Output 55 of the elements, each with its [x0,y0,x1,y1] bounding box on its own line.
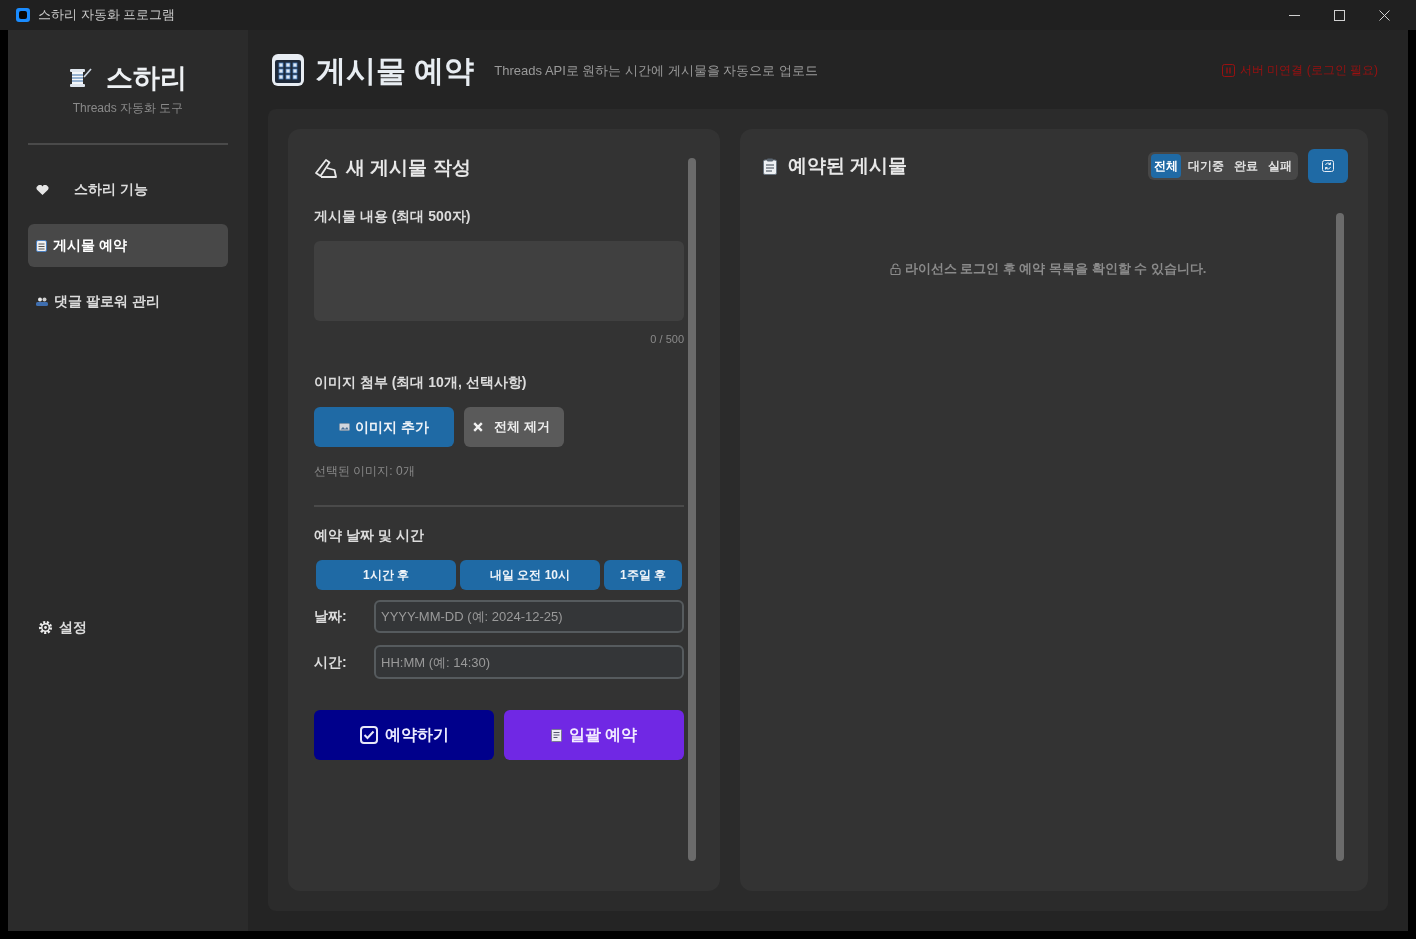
filter-tab[interactable]: 대기중 [1185,154,1227,178]
app-name: 스하리 [106,62,187,94]
field-label: 시간: [314,652,348,672]
add-image-button[interactable]: 이미지 추가 [314,407,454,447]
nav-item[interactable]: 스하리 기능 [28,168,228,211]
calendar-icon [272,54,304,86]
character-count: 0 / 500 [650,332,684,346]
clipboard-icon [763,157,777,175]
date-input-field[interactable]: YYYY-MM-DD (예: 2024-12-25) [374,600,684,633]
app-icon [16,8,30,22]
selected-images-count: 선택된 이미지: 0개 [314,463,415,479]
quick-time-button[interactable]: 1주일 후 [604,560,682,590]
spool-icon [69,67,92,89]
minimize-icon[interactable] [1289,14,1300,16]
compose-title: 새 게시물 작성 [346,155,471,180]
scrollbar[interactable] [1336,213,1344,861]
field-label: 날짜: [314,607,348,626]
remove-all-button[interactable]: 전체 제거 [464,407,564,447]
notepad-icon [36,239,47,252]
app-tagline: Threads 자동화 도구 [72,100,184,116]
maximize-icon[interactable] [1334,9,1345,21]
quick-time-button[interactable]: 내일 오전 10시 [460,560,600,590]
pause-icon [1222,63,1235,77]
bulk-schedule-button[interactable]: 일괄 예약 [504,710,684,760]
filter-tab[interactable]: 실패 [1265,154,1295,178]
padlock-icon [889,263,901,275]
window-title: 스하리 자동화 프로그램 [38,6,176,25]
nav-item[interactable]: 게시물 예약 [28,224,228,267]
heart-icon [36,184,49,195]
schedule-button[interactable]: 예약하기 [314,710,494,760]
cross-icon [473,422,483,432]
refresh-icon [1322,160,1334,172]
empty-list-message: 라이선스 로그인 후 예약 목록을 확인할 수 있습니다. [904,263,1207,275]
filter-tab[interactable]: 완료 [1231,154,1261,178]
page-subtitle: Threads API로 원하는 시간에 게시물을 자동으로 업로드 [494,62,818,81]
people-icon [36,297,48,306]
nav-item[interactable]: 댓글 팔로워 관리 [28,280,228,323]
schedule-label: 예약 날짜 및 시간 [314,526,424,545]
connection-status: 서버 미연결 (로그인 필요) [1240,62,1378,79]
writing-hand-icon [314,158,338,178]
filter-tab[interactable]: 전체 [1151,154,1181,178]
page-title: 게시물 예약 [316,52,475,89]
document-icon [550,728,562,742]
time-input-field[interactable]: HH:MM (예: 14:30) [374,645,684,679]
close-icon[interactable] [1379,9,1390,21]
checkbox-icon [359,726,378,744]
content-label: 게시물 내용 (최대 500자) [314,207,471,226]
image-icon [339,423,351,431]
scrollbar[interactable] [688,158,696,861]
image-label: 이미지 첨부 (최대 10개, 선택사항) [314,373,527,392]
settings-icon [38,620,53,635]
settings-item[interactable]: 설정 [28,606,228,649]
refresh-button[interactable] [1308,149,1348,183]
quick-time-button[interactable]: 1시간 후 [316,560,456,590]
scheduled-title: 예약된 게시물 [788,153,908,178]
